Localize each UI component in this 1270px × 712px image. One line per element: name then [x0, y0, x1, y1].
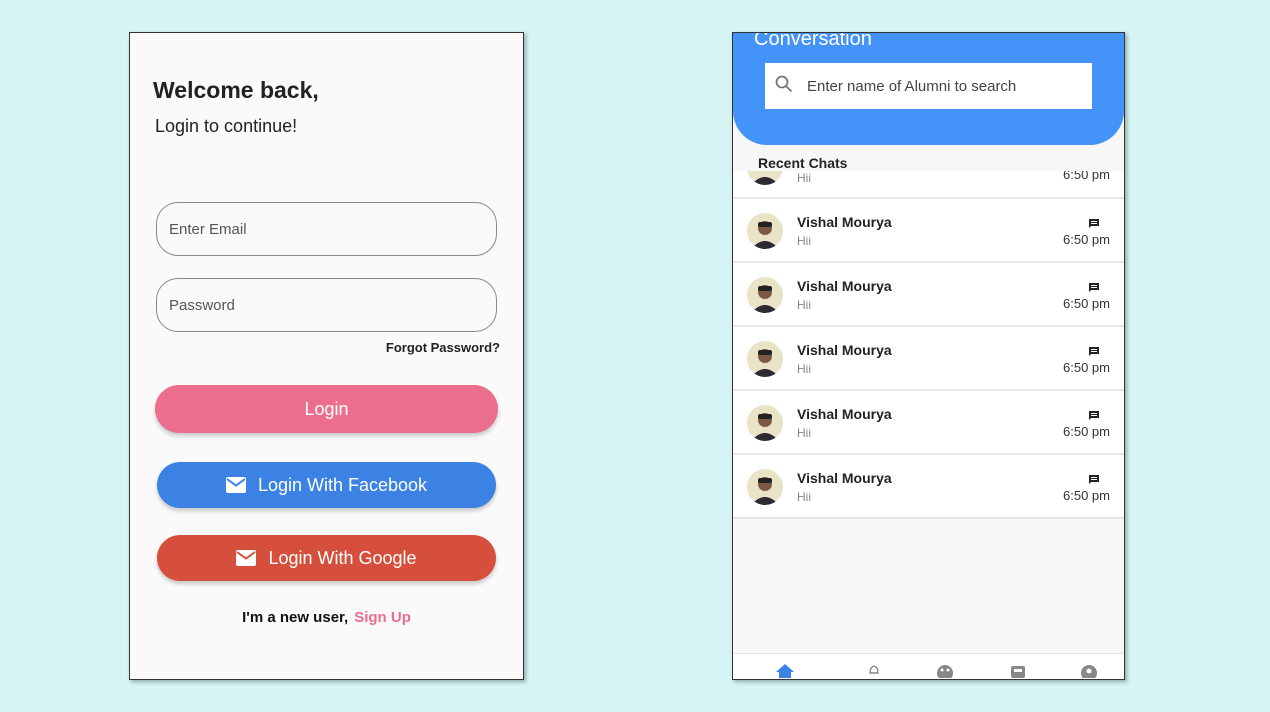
google-button-label: Login With Google [268, 547, 417, 568]
signup-link[interactable]: Sign Up [354, 609, 411, 626]
notification-icon[interactable] [867, 664, 881, 679]
avatar [747, 341, 783, 377]
login-button-label: Login [304, 398, 349, 419]
mail-icon [225, 477, 246, 493]
chat-name: Vishal Mourya [797, 406, 892, 422]
forgot-password-link[interactable]: Forgot Password? [386, 340, 500, 355]
people-icon[interactable] [936, 664, 954, 679]
list-item[interactable]: Vishal Mourya Hii 6:50 pm [733, 263, 1124, 327]
chat-name: Vishal Mourya [797, 278, 892, 294]
recent-chats-label: Recent Chats [758, 155, 848, 171]
chat-message: Hii [797, 234, 811, 248]
chat-message: Hii [797, 298, 811, 312]
chat-screen: Conversation Recent Chats Hii 6:50 pm Vi… [732, 32, 1125, 680]
chat-message: Hii [797, 362, 811, 376]
mail-icon [236, 550, 257, 566]
bottom-nav [733, 653, 1124, 679]
signup-prompt: I'm a new user, Sign Up [130, 609, 523, 626]
facebook-login-button[interactable]: Login With Facebook [157, 462, 496, 508]
facebook-button-label: Login With Facebook [257, 474, 428, 495]
chat-name: Vishal Mourya [797, 214, 892, 230]
avatar [747, 171, 783, 185]
password-field[interactable] [156, 278, 497, 332]
welcome-subtitle: Login to continue! [155, 116, 298, 136]
avatar [747, 469, 783, 505]
avatar [747, 213, 783, 249]
welcome-title: Welcome back, [153, 77, 319, 103]
list-item[interactable]: Vishal Mourya Hii 6:50 pm [733, 391, 1124, 455]
profile-icon[interactable] [1080, 664, 1098, 679]
password-input[interactable] [169, 296, 496, 314]
home-icon[interactable] [776, 664, 794, 679]
page-title: Conversation [754, 32, 872, 50]
list-item[interactable]: Vishal Mourya Hii 6:50 pm [733, 455, 1124, 519]
chat-time: 6:50 pm [1063, 171, 1110, 182]
chat-time: 6:50 pm [1063, 296, 1110, 311]
inbox-icon[interactable] [1010, 664, 1026, 679]
chat-list: Hii 6:50 pm Vishal Mourya Hii 6:50 pm Vi… [733, 171, 1124, 525]
list-item[interactable]: Vishal Mourya Hii 6:50 pm [733, 199, 1124, 263]
email-input[interactable] [169, 220, 496, 238]
chat-message: Hii [797, 426, 811, 440]
google-login-button[interactable]: Login With Google [157, 535, 496, 581]
chat-message: Hii [797, 171, 811, 185]
new-user-text: I'm a new user, [242, 609, 349, 626]
chat-name: Vishal Mourya [797, 470, 892, 486]
chat-header: Conversation [733, 32, 1124, 145]
chat-time: 6:50 pm [1063, 360, 1110, 375]
login-button[interactable]: Login [155, 385, 498, 433]
search-icon [775, 75, 793, 98]
chat-time: 6:50 pm [1063, 488, 1110, 503]
avatar [747, 405, 783, 441]
chat-name: Vishal Mourya [797, 342, 892, 358]
list-item[interactable]: Vishal Mourya Hii 6:50 pm [733, 327, 1124, 391]
avatar [747, 277, 783, 313]
chat-message: Hii [797, 490, 811, 504]
chat-time: 6:50 pm [1063, 424, 1110, 439]
email-field[interactable] [156, 202, 497, 256]
search-input[interactable] [807, 77, 1087, 95]
search-box[interactable] [765, 63, 1092, 109]
chat-time: 6:50 pm [1063, 232, 1110, 247]
list-item[interactable]: Hii 6:50 pm [733, 171, 1124, 199]
login-screen: Welcome back, Login to continue! Forgot … [129, 32, 524, 680]
